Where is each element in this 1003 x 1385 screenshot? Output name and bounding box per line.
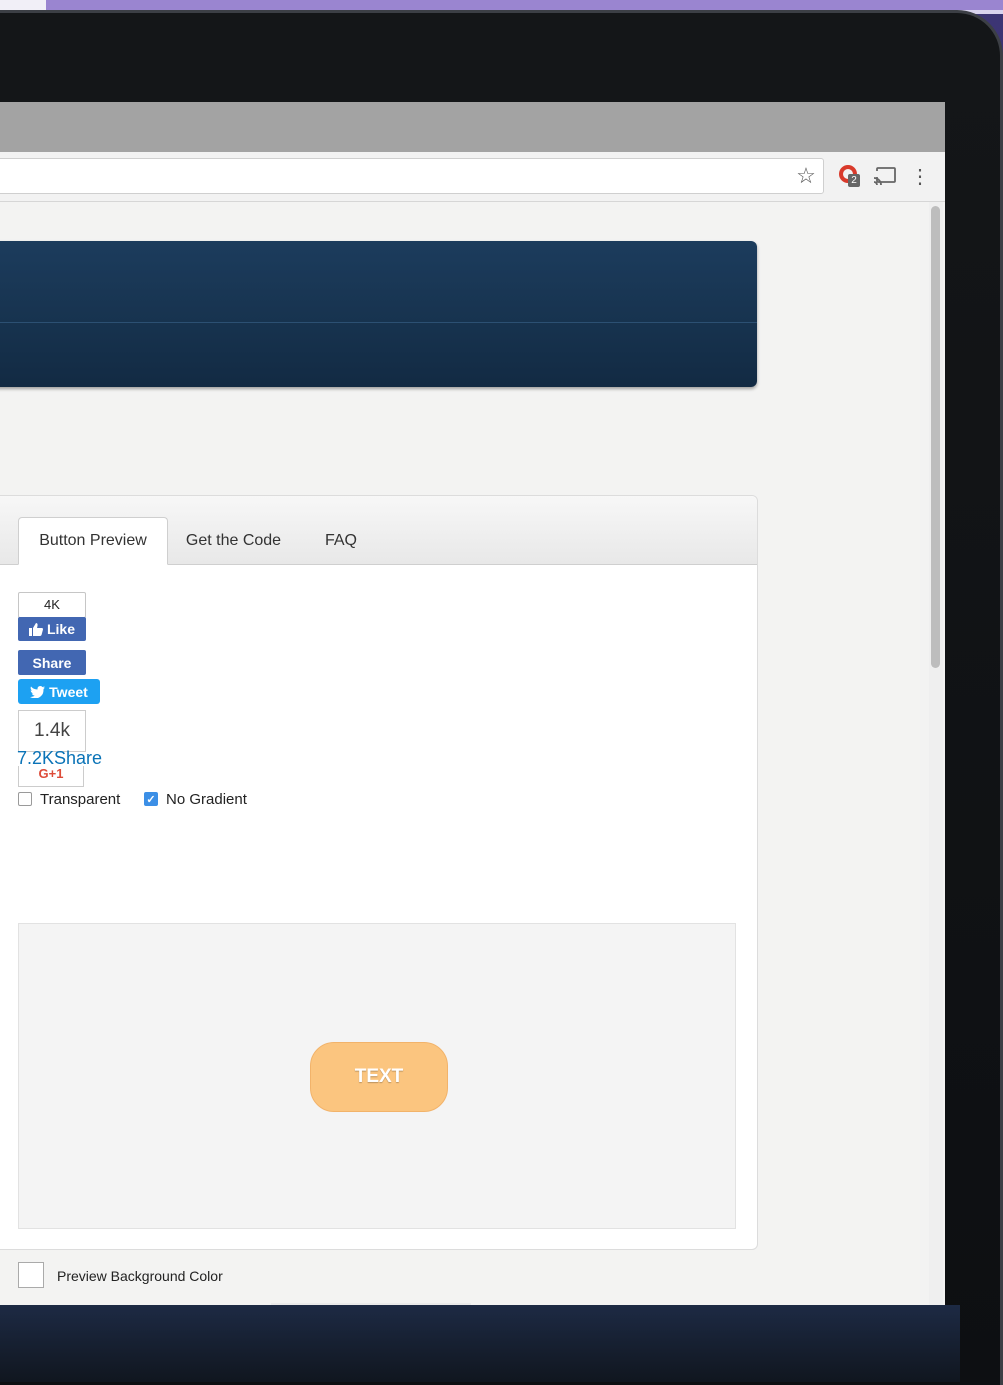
tab-button-preview[interactable]: Button Preview [18, 517, 168, 565]
extension-icon[interactable]: 2 [834, 162, 864, 190]
transparent-option[interactable]: Transparent [18, 789, 120, 809]
button-preview-area: TEXT [18, 923, 736, 1229]
tab-get-the-code[interactable]: Get the Code [176, 517, 291, 565]
tweet-label: Tweet [49, 683, 88, 700]
transparent-checkbox[interactable] [18, 792, 32, 806]
generator-card: Button Preview Get the Code FAQ 4K Like … [0, 495, 758, 1305]
facebook-like-label: Like [46, 621, 75, 637]
site-header-banner [0, 241, 757, 387]
linkedin-share-count: 1.4k [18, 710, 86, 752]
google-plus-button[interactable]: G+1 [18, 766, 84, 787]
tab-faq[interactable]: FAQ [311, 517, 371, 565]
preview-background-color-picker[interactable] [18, 1262, 44, 1288]
facebook-like-button[interactable]: Like [18, 617, 86, 641]
browser-tab-strip [0, 102, 945, 152]
facebook-share-button[interactable]: Share [18, 650, 86, 675]
no-gradient-label: No Gradient [166, 790, 247, 808]
facebook-like-count: 4K [18, 592, 86, 618]
tweet-button[interactable]: Tweet [18, 679, 100, 704]
color-swatch-tray [271, 1303, 471, 1305]
tab-bar: Button Preview Get the Code FAQ [0, 496, 757, 565]
twitter-bird-icon [30, 685, 46, 698]
extension-badge-count: 2 [848, 174, 860, 187]
scrollbar-thumb[interactable] [931, 206, 940, 668]
preview-button[interactable]: TEXT [310, 1042, 448, 1112]
thumbs-up-icon [28, 622, 43, 636]
transparent-label: Transparent [40, 790, 121, 808]
laptop-bottom-edge [0, 1305, 960, 1382]
no-gradient-option[interactable]: ✓ No Gradient [144, 789, 247, 809]
page-scrollbar[interactable] [929, 202, 943, 1305]
browser-screen: ☆ 2 ⋮ Button Preview Get the Code FAQ 4K… [0, 102, 945, 1305]
browser-toolbar: ☆ 2 ⋮ [0, 152, 945, 202]
cast-icon[interactable] [870, 162, 900, 190]
no-gradient-checkbox[interactable]: ✓ [144, 792, 158, 806]
bookmark-star-icon[interactable]: ☆ [792, 162, 820, 190]
banner-divider [0, 322, 757, 323]
address-bar[interactable] [0, 158, 824, 194]
preview-background-color-label: Preview Background Color [57, 1268, 223, 1284]
browser-menu-icon[interactable]: ⋮ [908, 162, 932, 190]
top-strip-accent [46, 0, 1003, 10]
